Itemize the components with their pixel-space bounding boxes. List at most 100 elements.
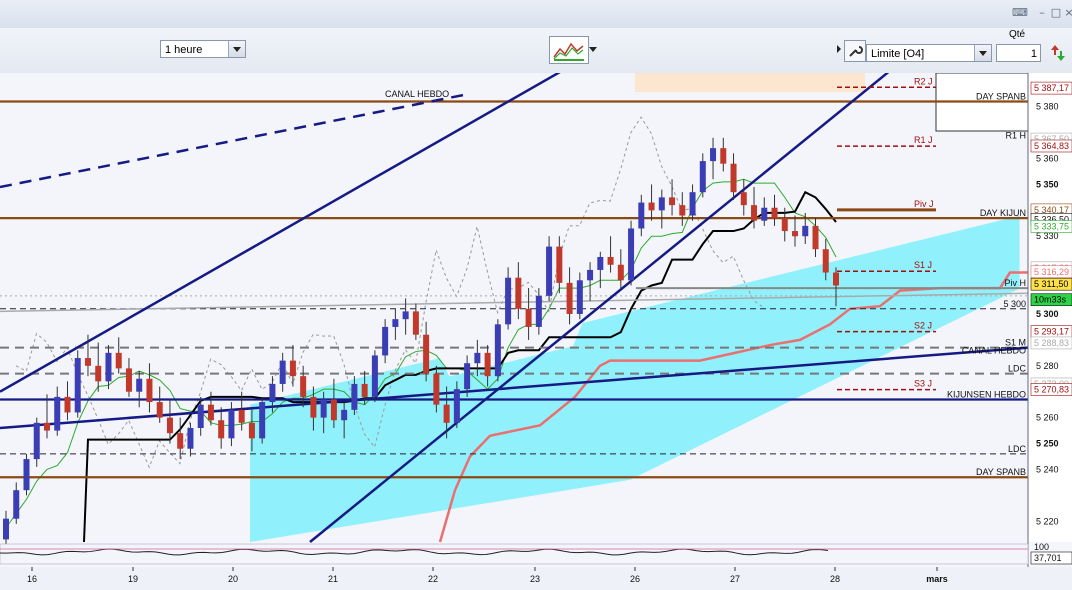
candle-bull bbox=[546, 246, 553, 296]
y-tick-label: 5 300 bbox=[1036, 309, 1059, 319]
candle-bull bbox=[382, 326, 389, 356]
candle-bear bbox=[207, 404, 214, 421]
pivot-label: S1 J bbox=[914, 260, 932, 270]
candle-bull bbox=[259, 402, 266, 439]
candle-bear bbox=[166, 417, 173, 434]
pivot-label: S2 J bbox=[914, 321, 932, 331]
level-label: LDC bbox=[1008, 364, 1027, 374]
candle-bull bbox=[710, 148, 717, 162]
x-tick-label: mars bbox=[926, 574, 948, 584]
chart-toolbar: 1 heure Limite [O4] Qté 1 bbox=[0, 28, 1072, 74]
buy-sell-arrows-icon bbox=[1051, 45, 1065, 61]
candle-bear bbox=[330, 399, 337, 421]
x-tick-label: 20 bbox=[228, 574, 238, 584]
candle-bull bbox=[54, 396, 61, 431]
candle-bear bbox=[248, 422, 255, 439]
qty-label: Qté bbox=[1009, 29, 1026, 40]
buy-sell-button[interactable] bbox=[1047, 41, 1069, 65]
candle-bull bbox=[105, 352, 112, 382]
candle-bull bbox=[802, 225, 809, 237]
level-label: DAY SPANB bbox=[976, 467, 1026, 477]
order-type-value: Limite [O4] bbox=[871, 48, 925, 60]
level-label: Piv H bbox=[1004, 278, 1026, 288]
candle-bear bbox=[617, 264, 624, 281]
candle-bear bbox=[43, 422, 50, 431]
caret-left-icon[interactable] bbox=[836, 42, 842, 54]
window-titlebar: ⌨ – □ × bbox=[0, 0, 1072, 29]
wrench-button[interactable] bbox=[844, 40, 866, 62]
candle-bull bbox=[23, 459, 30, 491]
candle-bear bbox=[412, 311, 419, 335]
chevron-down-icon bbox=[974, 45, 991, 61]
candle-bear bbox=[484, 352, 491, 377]
price-tag-label: 10m33s bbox=[1034, 295, 1067, 305]
candle-bull bbox=[197, 404, 204, 428]
candle-bear bbox=[720, 148, 727, 164]
pivot-label: R2 J bbox=[914, 76, 933, 86]
candle-bear bbox=[648, 202, 655, 211]
y-tick-label: 5 250 bbox=[1036, 439, 1059, 449]
price-chart[interactable]: R2 J R1 J Piv J S1 J S2 J S3 J DAY SPANB DAY KI… bbox=[0, 73, 1072, 590]
price-tag-label: 5 364,83 bbox=[1034, 141, 1069, 151]
candle-bear bbox=[771, 207, 778, 219]
candle-bull bbox=[74, 358, 81, 413]
maximize-icon[interactable]: □ bbox=[1049, 7, 1063, 19]
candle-bear bbox=[515, 277, 522, 309]
candle-bull bbox=[33, 422, 40, 460]
candle-bear bbox=[115, 352, 122, 369]
keyboard-icon[interactable]: ⌨ bbox=[1010, 7, 1030, 19]
candle-bear bbox=[679, 205, 686, 216]
candle-bull bbox=[269, 383, 276, 403]
indicator-tools-button[interactable] bbox=[549, 36, 589, 64]
lower-panel bbox=[0, 543, 1029, 565]
candle-bear bbox=[433, 373, 440, 405]
pivot-label: S3 J bbox=[914, 379, 932, 389]
candle-bear bbox=[218, 420, 225, 439]
candle-bull bbox=[474, 352, 481, 364]
wrench-icon bbox=[849, 46, 863, 57]
y-tick-label: 5 350 bbox=[1036, 179, 1059, 189]
candle-bear bbox=[669, 197, 676, 206]
price-tag-label: 5 316,29 bbox=[1034, 267, 1069, 277]
candle-bear bbox=[125, 368, 132, 392]
lower-panel-value: 37,701 bbox=[1034, 553, 1062, 563]
pivot-label: R1 J bbox=[914, 135, 933, 145]
candle-bull bbox=[689, 192, 696, 216]
price-tag-label: 5 270,83 bbox=[1034, 385, 1069, 395]
level-label: S1 M bbox=[1005, 338, 1026, 348]
price-tag-label: 5 288,83 bbox=[1034, 338, 1069, 348]
candle-bear bbox=[64, 396, 71, 413]
candle-bear bbox=[177, 433, 184, 449]
level-label: DAY SPANB bbox=[976, 92, 1026, 102]
x-tick-label: 19 bbox=[128, 574, 138, 584]
level-label: DAY KIJUN bbox=[980, 208, 1026, 218]
price-tag-label: 5 387,17 bbox=[1034, 83, 1069, 93]
chart-indicators-icon bbox=[553, 42, 584, 61]
x-tick-label: 16 bbox=[27, 574, 37, 584]
close-icon[interactable]: × bbox=[1062, 7, 1072, 19]
level-label: LDC bbox=[1008, 444, 1027, 454]
candle-bull bbox=[453, 389, 460, 423]
timeframe-select[interactable]: 1 heure bbox=[160, 40, 246, 58]
candle-bull bbox=[392, 319, 399, 327]
minimize-icon[interactable]: – bbox=[1035, 7, 1049, 19]
lower-panel-label: 100 bbox=[1034, 542, 1049, 552]
order-type-select[interactable]: Limite [O4] bbox=[866, 44, 992, 62]
candle-bull bbox=[402, 311, 409, 320]
x-tick-label: 27 bbox=[730, 574, 740, 584]
pivot-label: Piv J bbox=[914, 199, 934, 209]
highlight-zone bbox=[635, 73, 865, 92]
candle-bull bbox=[187, 427, 194, 449]
candle-bear bbox=[443, 404, 450, 423]
x-tick-label: 26 bbox=[630, 574, 640, 584]
candle-bull bbox=[628, 228, 635, 281]
candle-bull bbox=[279, 360, 286, 384]
qty-input[interactable]: 1 bbox=[996, 44, 1041, 62]
price-tag-label: 5 311,50 bbox=[1034, 279, 1068, 289]
candle-bear bbox=[525, 308, 532, 327]
candle-bull bbox=[638, 202, 645, 229]
y-tick-label: 5 380 bbox=[1036, 102, 1059, 112]
candle-bull bbox=[597, 256, 604, 270]
chevron-down-icon[interactable] bbox=[588, 42, 598, 54]
y-tick-label: 5 220 bbox=[1036, 516, 1059, 526]
